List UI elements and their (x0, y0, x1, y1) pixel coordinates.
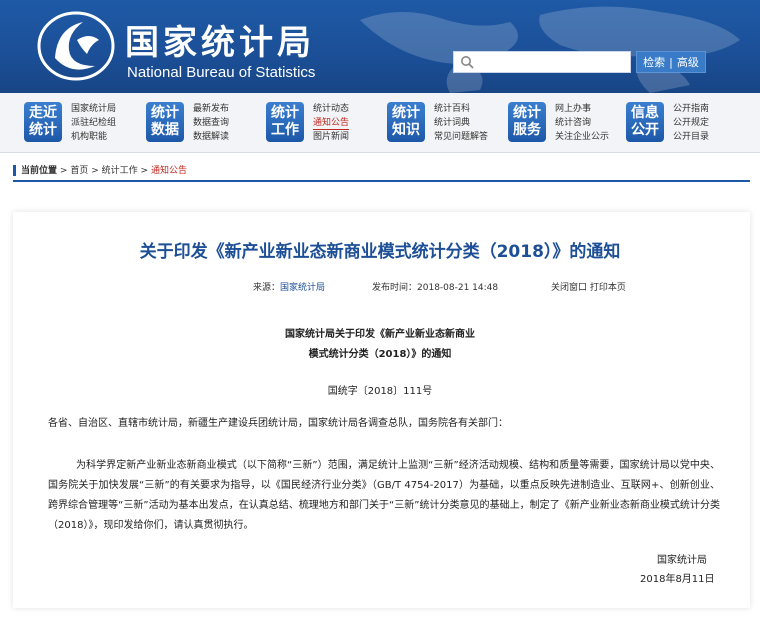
nav-link-active[interactable]: 通知公告 (313, 117, 350, 130)
nav-tile-line: 走近 (29, 105, 57, 121)
time-value: 2018-08-21 14:48 (417, 283, 499, 293)
nav-tile-knowledge[interactable]: 统计 知识 (387, 102, 425, 142)
site-name-en[interactable]: National Bureau of Statistics (127, 64, 315, 81)
nav-link[interactable]: 图片新闻 (313, 130, 349, 144)
nav-link[interactable]: 关注企业公示 (555, 130, 609, 144)
nav-link[interactable]: 数据解读 (193, 130, 229, 144)
breadcrumb-home[interactable]: 首页 (70, 166, 88, 176)
close-window-link[interactable]: 关闭窗口 (551, 283, 587, 293)
search-input[interactable] (453, 51, 631, 73)
nav-tile-work[interactable]: 统计 工作 (266, 102, 304, 142)
nav-tile-line: 统计 (392, 105, 420, 121)
nav-link[interactable]: 统计百科 (434, 102, 488, 116)
nav-tile-disclosure[interactable]: 信息 公开 (626, 102, 664, 142)
nav-tile-about[interactable]: 走近 统计 (24, 102, 62, 142)
nav-link[interactable]: 最新发布 (193, 102, 229, 116)
nav-link[interactable]: 机构职能 (71, 130, 116, 144)
signature: 国家统计局 (657, 555, 707, 566)
print-page-link[interactable]: 打印本页 (590, 283, 626, 293)
article-actions: 关闭窗口 打印本页 (551, 280, 626, 293)
nav-tile-line: 知识 (392, 122, 420, 138)
nav-link[interactable]: 公开目录 (673, 130, 709, 144)
article-time: 发布时间：2018-08-21 14:48 (372, 280, 498, 293)
nav-tile-line: 工作 (271, 122, 299, 138)
world-map-decoration (360, 6, 740, 93)
search-icon (461, 56, 474, 69)
doc-number: 国统字〔2018〕111号 (327, 386, 433, 397)
nav-tile-line: 数据 (151, 122, 179, 138)
nav-tile-line: 统计 (513, 105, 541, 121)
time-label: 发布时间： (372, 283, 418, 293)
search-separator: | (669, 55, 673, 69)
body-paragraph: 为科学界定新产业新业态新商业模式（以下简称“三新”）范围，满足统计上监测“三新”… (48, 460, 720, 531)
nav-link[interactable]: 公开指南 (673, 102, 709, 116)
article-source: 来源：国家统计局 (253, 280, 325, 293)
nav-links-service: 网上办事 统计咨询 关注企业公示 (555, 102, 609, 144)
nav-link[interactable]: 国家统计局 (71, 102, 116, 116)
nav-tile-service[interactable]: 统计 服务 (508, 102, 546, 142)
nav-link[interactable]: 常见问题解答 (434, 130, 488, 144)
search-button-group: 检索 | 高级 (636, 51, 706, 73)
nav-tile-line: 统计 (151, 105, 179, 121)
source-link[interactable]: 国家统计局 (280, 283, 325, 293)
doc-title-line: 国家统计局关于印发《新产业新业态新商业 (285, 329, 475, 340)
nav-link[interactable]: 派驻纪检组 (71, 116, 116, 130)
nav-tile-line: 统计 (271, 105, 299, 121)
source-label: 来源： (253, 283, 281, 293)
breadcrumb-sep: > (91, 166, 99, 176)
nav-links-knowledge: 统计百科 统计词典 常见问题解答 (434, 102, 488, 144)
nav-link[interactable]: 数据查询 (193, 116, 229, 130)
nav-tile-line: 服务 (513, 122, 541, 138)
advanced-search-button[interactable]: 高级 (677, 54, 699, 70)
breadcrumb-sep: > (59, 166, 68, 176)
search-button[interactable]: 检索 (643, 54, 665, 70)
nbs-logo-icon (37, 11, 115, 81)
nav-tile-line: 公开 (631, 122, 659, 138)
breadcrumb-current[interactable]: 通知公告 (151, 166, 187, 176)
nav-links-disclosure: 公开指南 公开规定 公开目录 (673, 102, 709, 144)
breadcrumb-label: 当前位置 (21, 166, 58, 176)
nav-link[interactable]: 统计咨询 (555, 116, 609, 130)
breadcrumb: 当前位置 > 首页 > 统计工作 > 通知公告 (13, 163, 750, 182)
nav-link[interactable]: 网上办事 (555, 102, 609, 116)
signature-date: 2018年8月11日 (640, 574, 715, 585)
header-banner: 国家统计局 National Bureau of Statistics 检索 |… (0, 0, 760, 93)
breadcrumb-sep: > (140, 166, 149, 176)
nav-tile-line: 信息 (631, 105, 659, 121)
nav-links-work: 统计动态 通知公告 图片新闻 (313, 102, 350, 144)
article-panel (13, 212, 750, 608)
addressee: 各省、自治区、直辖市统计局，新疆生产建设兵团统计局，国家统计局各调查总队，国务院… (48, 418, 508, 429)
breadcrumb-section[interactable]: 统计工作 (102, 166, 138, 176)
nav-links-data: 最新发布 数据查询 数据解读 (193, 102, 229, 144)
site-name-cn[interactable]: 国家统计局 (125, 15, 315, 64)
nav-links-about: 国家统计局 派驻纪检组 机构职能 (71, 102, 116, 144)
nav-tile-data[interactable]: 统计 数据 (146, 102, 184, 142)
nav-link[interactable]: 统计词典 (434, 116, 488, 130)
doc-title-line: 模式统计分类（2018）》的通知 (308, 349, 452, 360)
main-nav: 走近 统计 国家统计局 派驻纪检组 机构职能 统计 数据 最新发布 数据查询 数… (0, 93, 760, 153)
nav-tile-line: 统计 (29, 122, 57, 138)
article-title: 关于印发《新产业新业态新商业模式统计分类（2018）》的通知 (139, 242, 621, 262)
nav-link[interactable]: 统计动态 (313, 102, 349, 116)
nav-link[interactable]: 公开规定 (673, 116, 709, 130)
